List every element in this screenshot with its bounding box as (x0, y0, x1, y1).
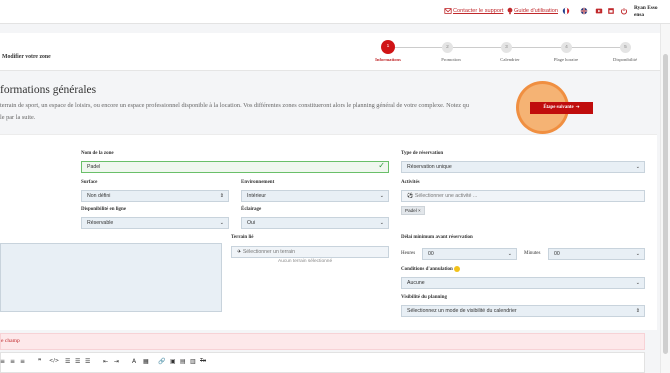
indent-icon[interactable]: ⇥ (114, 358, 119, 365)
arrow-right-icon: ➔ (575, 105, 580, 110)
step-2-circle[interactable]: 2 (442, 42, 453, 53)
environment-select[interactable]: Intérieur ⌄ (241, 190, 389, 202)
visibility-label: Visibilité du planning (401, 295, 447, 300)
image-icon[interactable]: ▣ (170, 358, 176, 365)
description-textarea[interactable] (0, 243, 222, 312)
list-icon[interactable]: ☰ (65, 358, 70, 365)
linked-field-label: Terrain lié (231, 235, 254, 240)
ball-icon: ⚽ (407, 193, 414, 199)
reservation-type-label: Type de réservation (401, 151, 444, 156)
section-title: formations générales (0, 84, 97, 96)
step-5-label[interactable]: Disponibilité (600, 57, 650, 62)
activities-select[interactable]: ⚽ Sélectionner une activité ... (401, 190, 645, 202)
visibility-select[interactable]: Sélectionnez un mode de visibilité du ca… (401, 305, 645, 317)
chevron-down-icon: ⌄ (635, 251, 640, 257)
linked-field-select[interactable]: ✈ Sélectionner un terrain (231, 246, 389, 258)
step-1-label[interactable]: Informations (363, 57, 413, 62)
online-availability-select[interactable]: Réservable ⌄ (81, 217, 229, 229)
scrollbar-thumb[interactable] (663, 54, 668, 354)
user-name[interactable]: Ryan Esso ensa (634, 5, 658, 19)
quote-icon[interactable]: ❞ (38, 358, 41, 365)
activities-label: Activités (401, 180, 420, 185)
video-icon[interactable]: ▤ (180, 358, 186, 365)
outdent-icon[interactable]: ⇤ (103, 358, 108, 365)
clear-format-icon[interactable]: Tx (200, 358, 206, 364)
contact-support-link[interactable]: Contacter le support (453, 8, 503, 14)
ordered-list-icon[interactable]: ☰ (75, 358, 80, 365)
environment-label: Environnement (241, 180, 275, 185)
min-delay-label: Délai minimum avant réservation (401, 235, 473, 240)
cancellation-select[interactable]: Aucune ⌄ (401, 277, 645, 289)
align-right-icon[interactable]: ≡ (20, 358, 25, 365)
chevron-down-icon: ⌄ (379, 193, 384, 199)
zone-name-label: Nom de la zone (81, 151, 114, 156)
sort-icon: ⇕ (219, 193, 224, 199)
chevron-down-icon: ⌄ (219, 220, 224, 226)
online-availability-label: Disponibilité en ligne (81, 207, 127, 212)
chevron-down-icon: ⌄ (507, 251, 512, 257)
zone-name-input[interactable]: Padel ✓ (81, 161, 389, 173)
minutes-label: Minutes (524, 251, 541, 256)
check-icon: ✓ (378, 161, 385, 170)
lighting-select[interactable]: Oui ⌄ (241, 217, 389, 229)
hours-select[interactable]: 00 ⌄ (422, 248, 517, 260)
next-step-button[interactable]: Étape suivante ➔ (530, 102, 593, 114)
surface-select[interactable]: Non défini ⇕ (81, 190, 229, 202)
remove-tag-icon[interactable]: × (418, 208, 421, 213)
surface-label: Surface (81, 180, 98, 185)
sort-icon: ⇕ (635, 308, 640, 314)
step-2-label[interactable]: Promotion (426, 57, 476, 62)
section-description: terrain de sport, un espace de loisirs, … (0, 102, 469, 121)
user-guide-link[interactable]: Guide d'utilisation (514, 8, 558, 14)
linked-field-note: Aucun terrain sélectionné (278, 259, 333, 264)
highlight-icon[interactable]: ▦ (143, 358, 149, 365)
step-4-circle[interactable]: 4 (561, 42, 572, 53)
step-3-circle[interactable]: 3 (501, 42, 512, 53)
required-field-alert: e champ (0, 333, 645, 350)
text-color-icon[interactable]: A (132, 358, 136, 365)
step-4-label[interactable]: Plage horaire (541, 57, 591, 62)
mail-icon (444, 8, 452, 14)
activity-tag[interactable]: Padel × (401, 206, 425, 215)
hours-label: Heures (401, 251, 416, 256)
align-center-icon[interactable]: ≡ (10, 358, 15, 365)
power-icon[interactable] (620, 7, 628, 15)
step-3-label[interactable]: Calendrier (485, 57, 535, 62)
table-icon[interactable]: ▥ (190, 358, 196, 365)
tennis-player-icon: ✈ (237, 249, 242, 255)
align-left-icon[interactable]: ≡ (0, 358, 5, 365)
code-icon[interactable]: </> (49, 358, 59, 364)
uk-flag-icon[interactable] (580, 7, 588, 15)
step-1-circle[interactable]: 1 (381, 40, 395, 54)
lighting-label: Éclairage (241, 207, 262, 212)
zone-title: Modifier votre zone (2, 54, 51, 60)
info-icon[interactable] (454, 266, 461, 272)
chevron-down-icon: ⌄ (635, 280, 640, 286)
french-flag-icon[interactable] (562, 7, 570, 15)
reservation-type-select[interactable]: Réservation unique ⌄ (401, 161, 645, 173)
checklist-icon[interactable]: ☰ (85, 358, 90, 365)
lightbulb-icon (507, 7, 513, 15)
chevron-down-icon: ⌄ (635, 164, 640, 170)
rich-text-editor[interactable] (0, 352, 645, 373)
cancellation-label: Conditions d'annulation (401, 266, 461, 272)
page-scrollbar[interactable] (660, 24, 670, 373)
store-icon[interactable] (607, 7, 615, 15)
chevron-down-icon: ⌄ (379, 220, 384, 226)
youtube-icon[interactable] (595, 7, 603, 15)
step-5-circle[interactable]: 5 (620, 42, 631, 53)
link-icon[interactable]: 🔗 (158, 358, 165, 365)
top-bar: Contacter le support Guide d'utilisation… (0, 0, 670, 24)
minutes-select[interactable]: 00 ⌄ (548, 248, 645, 260)
